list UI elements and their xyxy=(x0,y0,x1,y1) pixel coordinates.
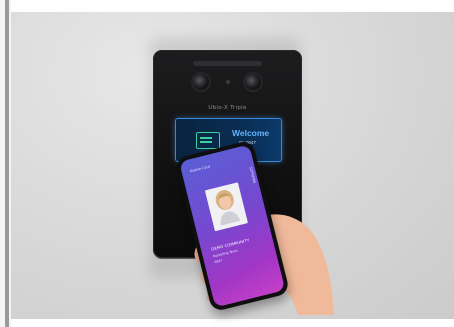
terminal-top-bar xyxy=(193,61,262,66)
phone-header-text: Mobile Card xyxy=(189,164,211,174)
portrait-image xyxy=(215,190,241,226)
id-photo xyxy=(204,182,249,232)
welcome-text: Welcome xyxy=(232,128,270,138)
card-icon xyxy=(196,132,220,149)
id-code: 0047 xyxy=(214,258,223,265)
border-line xyxy=(5,0,9,327)
phone-side-text: SUPREMA xyxy=(248,166,257,184)
left-camera-lens xyxy=(193,74,209,90)
right-camera-lens xyxy=(245,74,261,90)
ir-sensor xyxy=(226,80,230,84)
left-border-strip xyxy=(0,0,11,327)
device-brand-label: Ubio-X Triple xyxy=(208,105,247,111)
